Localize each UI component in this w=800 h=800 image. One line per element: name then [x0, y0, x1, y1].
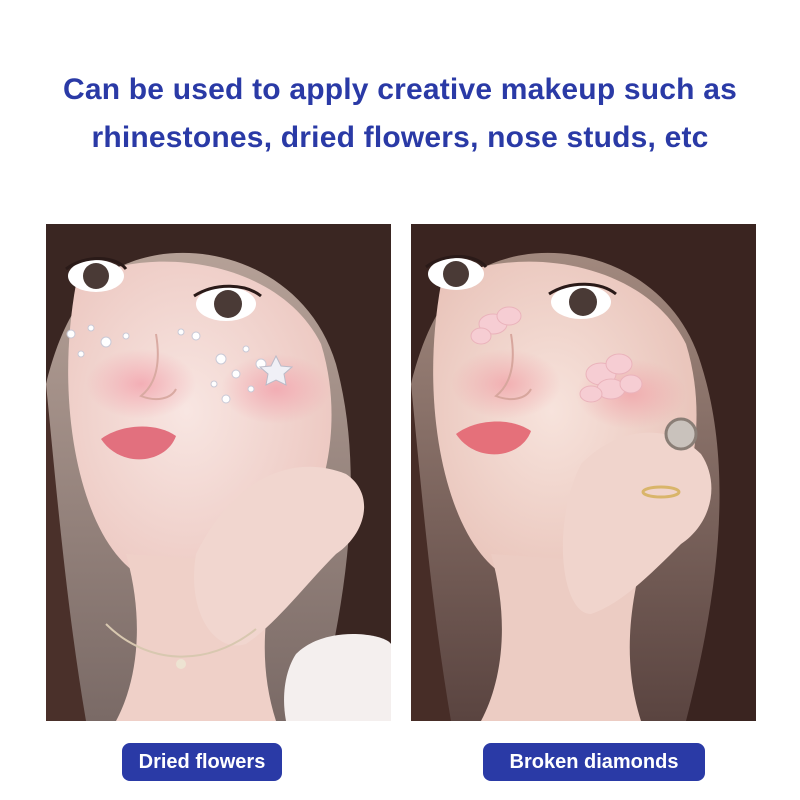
petal-makeup-photo: [411, 224, 756, 721]
headline-line-2: rhinestones, dried flowers, nose studs, …: [91, 121, 709, 154]
broken-diamonds-label: Broken diamonds: [483, 743, 705, 781]
dried-flowers-label: Dried flowers: [122, 743, 282, 781]
headline: Can be used to apply creative makeup suc…: [0, 66, 800, 162]
headline-line-1: Can be used to apply creative makeup suc…: [62, 73, 738, 106]
rhinestone-makeup-photo: [46, 224, 391, 721]
